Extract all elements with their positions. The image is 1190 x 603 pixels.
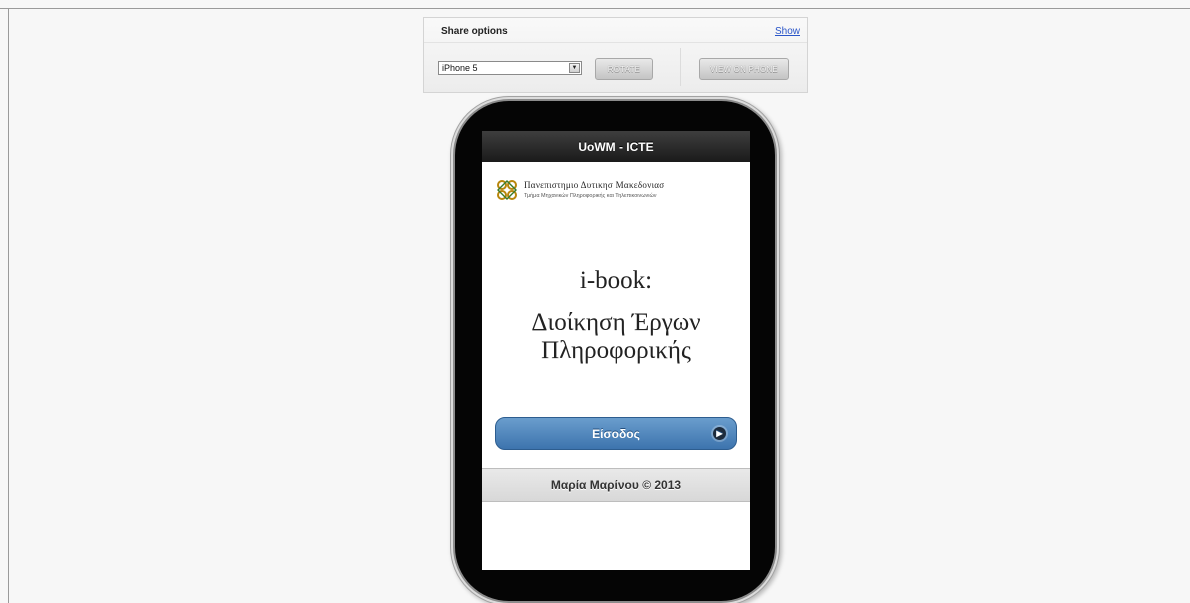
app-header: UoWM - ICTE bbox=[482, 131, 750, 162]
ibook-title: i-book: bbox=[579, 267, 653, 294]
share-options-title: Share options bbox=[441, 26, 508, 37]
rotate-button[interactable]: ROTATE bbox=[595, 58, 653, 80]
university-name: Πανεπιστημιο Δυτικησ Μακεδονιασ bbox=[524, 180, 665, 190]
chevron-down-icon[interactable]: ▼ bbox=[569, 63, 580, 73]
footer-copyright: Μαρία Μαρίνου © 2013 bbox=[550, 478, 682, 492]
device-select-value: iPhone 5 bbox=[442, 63, 478, 73]
phone-screen: UoWM - ICTE Πανεπιστημιο Δυτικησ Μακεδον… bbox=[482, 131, 750, 570]
share-options-panel: Share options Show iPhone 5 ▼ ROTATE VIE… bbox=[423, 17, 808, 93]
enter-button-label: Είσοδος bbox=[592, 426, 640, 441]
department-name: Τμήμα Μηχανικών Πληροφορικής και Τηλεπικ… bbox=[524, 193, 657, 199]
left-border bbox=[8, 8, 9, 603]
panel-divider bbox=[424, 42, 807, 43]
phone-frame: UoWM - ICTE Πανεπιστημιο Δυτικησ Μακεδον… bbox=[455, 101, 775, 601]
course-title: Διοίκηση Έργων Πληροφορικής bbox=[482, 309, 750, 365]
top-border bbox=[0, 8, 1190, 9]
course-title-line1: Διοίκηση Έργων bbox=[531, 309, 701, 336]
device-select[interactable]: iPhone 5 ▼ bbox=[438, 61, 582, 75]
enter-button[interactable]: Είσοδος ▶ bbox=[495, 417, 737, 450]
university-logo-icon bbox=[497, 180, 517, 200]
app-footer: Μαρία Μαρίνου © 2013 bbox=[482, 468, 750, 502]
panel-separator bbox=[680, 48, 681, 86]
arrow-right-icon: ▶ bbox=[713, 427, 726, 440]
view-on-phone-button[interactable]: VIEW ON PHONE bbox=[699, 58, 789, 80]
course-title-line2: Πληροφορικής bbox=[541, 337, 691, 364]
app-header-title: UoWM - ICTE bbox=[578, 139, 654, 154]
show-link[interactable]: Show bbox=[775, 26, 800, 37]
